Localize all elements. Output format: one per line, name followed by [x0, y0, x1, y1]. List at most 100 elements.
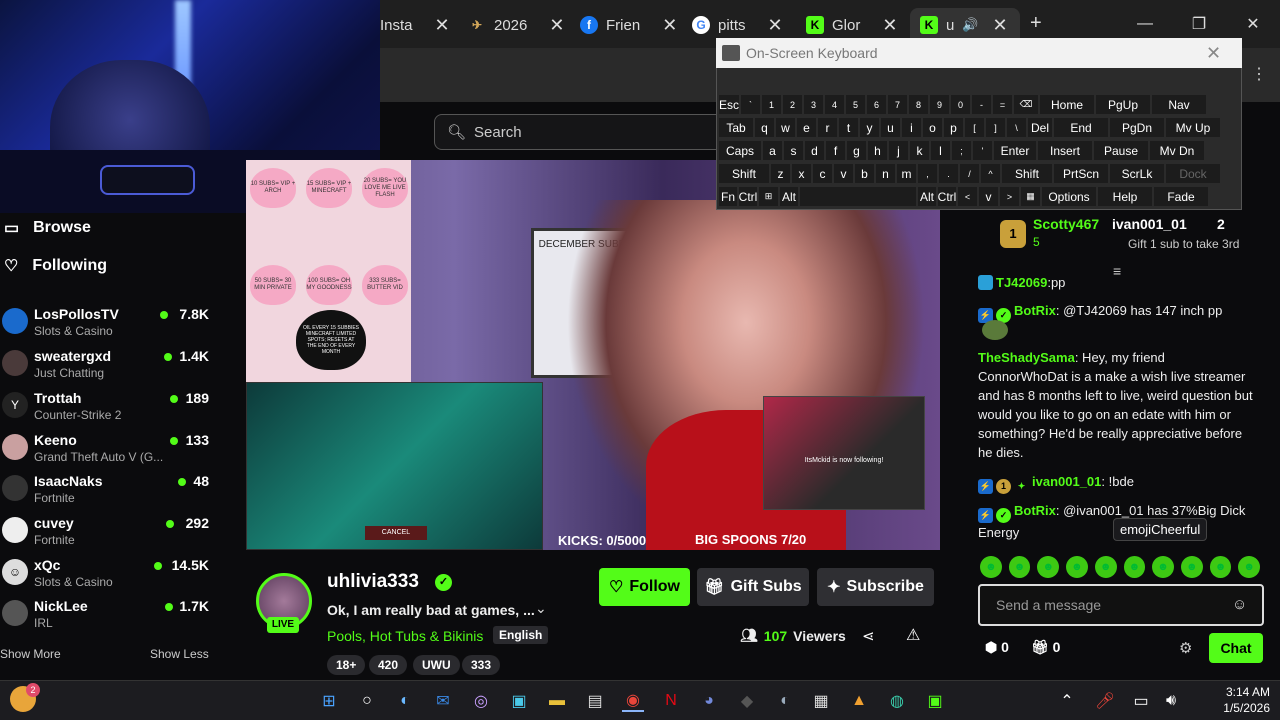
osk-key[interactable]: ]: [985, 117, 1006, 138]
osk-key[interactable]: q: [754, 117, 775, 138]
emoji-icon[interactable]: ☻: [980, 556, 1002, 578]
osk-key[interactable]: `: [740, 94, 761, 115]
tab-kick-glor[interactable]: K Glor ✕: [796, 8, 907, 42]
osk-key[interactable]: Shift: [718, 163, 770, 184]
emoji-icon[interactable]: ☻: [1180, 556, 1203, 578]
osk-key[interactable]: Mv Up: [1165, 117, 1221, 138]
language-tag[interactable]: English: [493, 626, 549, 644]
gear-icon[interactable]: ⚙: [1179, 639, 1192, 657]
osk-key[interactable]: x: [791, 163, 812, 184]
sidebar-channel[interactable]: LosPollosTV Slots & Casino 7.8K: [0, 306, 246, 346]
osk-key[interactable]: 4: [824, 94, 845, 115]
osk-key[interactable]: Del: [1027, 117, 1053, 138]
streamer-username[interactable]: uhlivia333: [327, 571, 419, 593]
sidebar-channel[interactable]: ☺ xQc Slots & Casino 14.5K: [0, 557, 246, 597]
search-input[interactable]: 🔍︎ Search: [434, 114, 724, 150]
osk-key[interactable]: Shift: [1001, 163, 1053, 184]
osk-key[interactable]: PgDn: [1109, 117, 1165, 138]
osk-key[interactable]: 7: [887, 94, 908, 115]
osk-key[interactable]: Nav: [1151, 94, 1207, 115]
points-counter[interactable]: ⬢ 0: [985, 639, 1009, 656]
emoji-picker-icon[interactable]: ☺: [1232, 596, 1247, 613]
stream-tag[interactable]: 420: [369, 655, 408, 675]
osk-key[interactable]: i: [901, 117, 922, 138]
new-tab-icon[interactable]: +: [1030, 12, 1042, 35]
netflix-icon[interactable]: N: [660, 690, 682, 712]
edge-icon[interactable]: ◍: [886, 690, 908, 712]
osk-key[interactable]: PrtScn: [1053, 163, 1109, 184]
tab-facebook[interactable]: f Frien ✕: [570, 8, 687, 42]
osk-key[interactable]: Home: [1039, 94, 1095, 115]
tab-2026[interactable]: ✈ 2026 ✕: [458, 8, 574, 42]
osk-key[interactable]: Enter: [993, 140, 1037, 161]
sidebar-channel[interactable]: IsaacNaks Fortnite 48: [0, 473, 246, 513]
volume-icon[interactable]: 🔊︎: [1160, 690, 1182, 712]
osk-key[interactable]: r: [817, 117, 838, 138]
osk-key[interactable]: w: [775, 117, 796, 138]
osk-key[interactable]: Esc: [718, 94, 740, 115]
taskview-icon[interactable]: ▣: [508, 690, 530, 712]
osk-key[interactable]: e: [796, 117, 817, 138]
osk-key[interactable]: u: [880, 117, 901, 138]
stream-tag[interactable]: 333: [462, 655, 501, 675]
chat-username[interactable]: ivan001_01: [1032, 474, 1101, 489]
emoji-icon[interactable]: ☻: [1238, 556, 1261, 578]
osk-key[interactable]: 2: [782, 94, 803, 115]
osk-key[interactable]: Pause: [1093, 140, 1149, 161]
osk-key[interactable]: .: [938, 163, 959, 184]
osk-key[interactable]: <: [957, 186, 978, 207]
osk-key[interactable]: ;: [951, 140, 972, 161]
close-icon[interactable]: ✕: [993, 15, 1008, 36]
windows-start-icon[interactable]: ⊞: [318, 690, 340, 712]
osk-key[interactable]: s: [783, 140, 804, 161]
osk-key[interactable]: Mv Dn: [1149, 140, 1205, 161]
emoji-icon[interactable]: ☻: [1008, 556, 1031, 578]
osk-key[interactable]: PgUp: [1095, 94, 1151, 115]
osk-key[interactable]: 9: [929, 94, 950, 115]
sidebar-browse[interactable]: ▭ Browse: [0, 213, 91, 243]
app-icon[interactable]: ▦: [810, 690, 832, 712]
speaker-icon[interactable]: 🔊: [962, 17, 978, 33]
osk-key[interactable]: c: [812, 163, 833, 184]
osk-key[interactable]: 6: [866, 94, 887, 115]
osk-key[interactable]: =: [992, 94, 1013, 115]
osk-key[interactable]: \: [1006, 117, 1027, 138]
gift-counter[interactable]: 🎁︎ 0: [1031, 639, 1060, 656]
osk-key[interactable]: a: [762, 140, 783, 161]
tab-instagram[interactable]: Insta ✕: [370, 8, 460, 42]
osk-key[interactable]: v: [978, 186, 999, 207]
osk-key[interactable]: k: [909, 140, 930, 161]
tab-google[interactable]: Gpitts ✕: [682, 8, 793, 42]
osk-key[interactable]: Alt: [917, 186, 937, 207]
osk-key[interactable]: Ctrl: [937, 186, 957, 207]
osk-key[interactable]: ^: [980, 163, 1001, 184]
osk-key[interactable]: /: [959, 163, 980, 184]
subscribe-button[interactable]: ✦ Subscribe: [817, 568, 934, 606]
osk-key[interactable]: v: [833, 163, 854, 184]
steam-icon[interactable]: ◐: [394, 690, 416, 712]
osk-key[interactable]: o: [922, 117, 943, 138]
mail-icon[interactable]: ✉: [432, 690, 454, 712]
sidebar-channel[interactable]: Y Trottah Counter-Strike 2 189: [0, 390, 246, 430]
osk-key[interactable]: ⊞: [758, 186, 779, 207]
show-more-link[interactable]: Show More: [0, 647, 61, 661]
osk-key[interactable]: Tab: [718, 117, 754, 138]
osk-key[interactable]: l: [930, 140, 951, 161]
app-icon[interactable]: ◆: [736, 690, 758, 712]
chat-username[interactable]: TheShadySama: [978, 350, 1075, 365]
report-icon[interactable]: ⚠: [906, 625, 920, 645]
osk-key[interactable]: b: [854, 163, 875, 184]
emoji-icon[interactable]: ☻: [1094, 556, 1117, 578]
osk-key[interactable]: ,: [917, 163, 938, 184]
steam-icon[interactable]: ◐: [774, 690, 796, 712]
osk-key[interactable]: Insert: [1037, 140, 1093, 161]
close-icon[interactable]: ✕: [549, 15, 564, 36]
osk-key[interactable]: y: [859, 117, 880, 138]
emoji-icon[interactable]: ☻: [1037, 556, 1060, 578]
osk-key[interactable]: Help: [1097, 186, 1153, 207]
sidebar-following[interactable]: ♡ Following: [0, 251, 107, 281]
top-gifter-name[interactable]: Scotty467: [1033, 216, 1099, 232]
osk-key[interactable]: n: [875, 163, 896, 184]
emoji-icon[interactable]: ☻: [1123, 556, 1146, 578]
minimize-icon[interactable]: —: [1118, 15, 1172, 33]
